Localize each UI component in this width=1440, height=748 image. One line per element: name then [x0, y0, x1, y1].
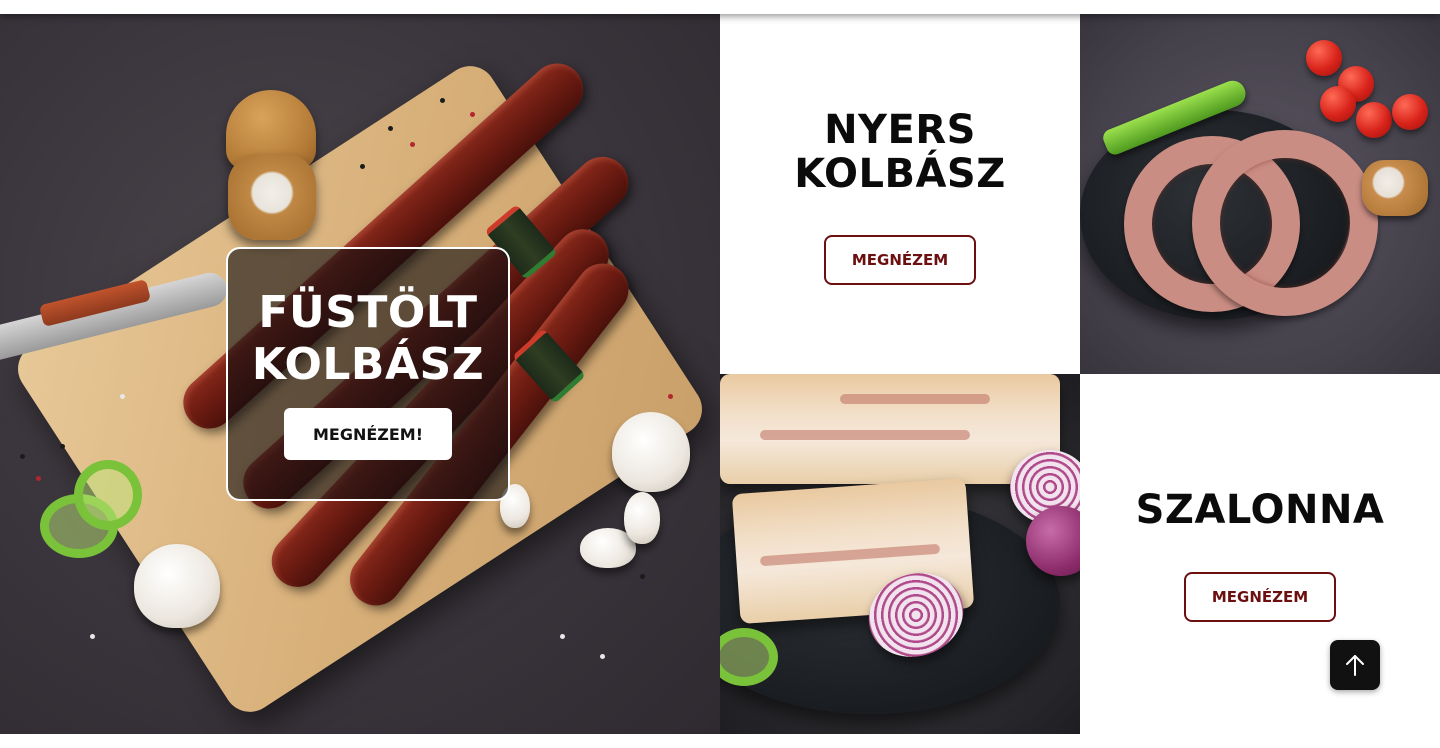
salt-grain — [120, 394, 125, 399]
view-smoked-sausage-button[interactable]: MEGNÉZEM! — [284, 408, 452, 460]
smoked-sausage-card: FÜSTÖLT KOLBÁSZ MEGNÉZEM! — [226, 247, 510, 501]
view-bacon-button[interactable]: MEGNÉZEM — [1184, 572, 1336, 622]
scroll-to-top-button[interactable] — [1330, 640, 1380, 690]
raw-sausage-photo-tile[interactable] — [1080, 14, 1440, 374]
bacon-photo-tile[interactable] — [720, 374, 1080, 734]
cherry-tomato — [1306, 40, 1342, 76]
cherry-tomato — [1320, 86, 1356, 122]
pepper-slice — [74, 460, 142, 530]
peppercorn — [20, 454, 25, 459]
salt-grain — [600, 654, 605, 659]
peppercorn — [36, 476, 41, 481]
raw-sausage-text-tile: NYERS KOLBÁSZ MEGNÉZEM — [720, 14, 1080, 374]
product-category-grid: FÜSTÖLT KOLBÁSZ MEGNÉZEM! NYERS KOLBÁSZ … — [0, 0, 1440, 748]
bacon-slab — [720, 374, 1060, 484]
peppercorn — [470, 112, 475, 117]
peppercorn — [360, 164, 365, 169]
arrow-up-icon — [1346, 655, 1364, 676]
bacon-title: SZALONNA — [1135, 487, 1385, 533]
peppercorn — [60, 444, 65, 449]
raw-sausage-title: NYERS KOLBÁSZ — [794, 107, 1006, 197]
salt-jar — [228, 154, 316, 240]
salt-grain — [560, 634, 565, 639]
garlic-bulb — [612, 412, 690, 492]
header-bar-shadow — [0, 0, 1440, 14]
garlic-clove — [624, 492, 660, 544]
salt-grain — [90, 634, 95, 639]
smoked-sausage-title: FÜSTÖLT KOLBÁSZ — [251, 287, 485, 390]
bacon-meat-layer — [760, 430, 970, 440]
peppercorn — [410, 142, 415, 147]
peppercorn — [440, 98, 445, 103]
bacon-photo — [720, 374, 1080, 734]
peppercorn — [388, 126, 393, 131]
cherry-tomato — [1392, 94, 1428, 130]
cherry-tomato — [1356, 102, 1392, 138]
salt-jar — [1362, 160, 1428, 216]
peppercorn — [668, 394, 673, 399]
view-raw-sausage-button[interactable]: MEGNÉZEM — [824, 235, 976, 285]
bacon-meat-layer — [840, 394, 990, 404]
garlic-bulb — [134, 544, 220, 628]
bacon-text-tile: SZALONNA MEGNÉZEM — [1080, 374, 1440, 734]
raw-sausage-photo — [1080, 14, 1440, 374]
raw-sausage-coil — [1192, 130, 1378, 316]
peppercorn — [640, 574, 645, 579]
